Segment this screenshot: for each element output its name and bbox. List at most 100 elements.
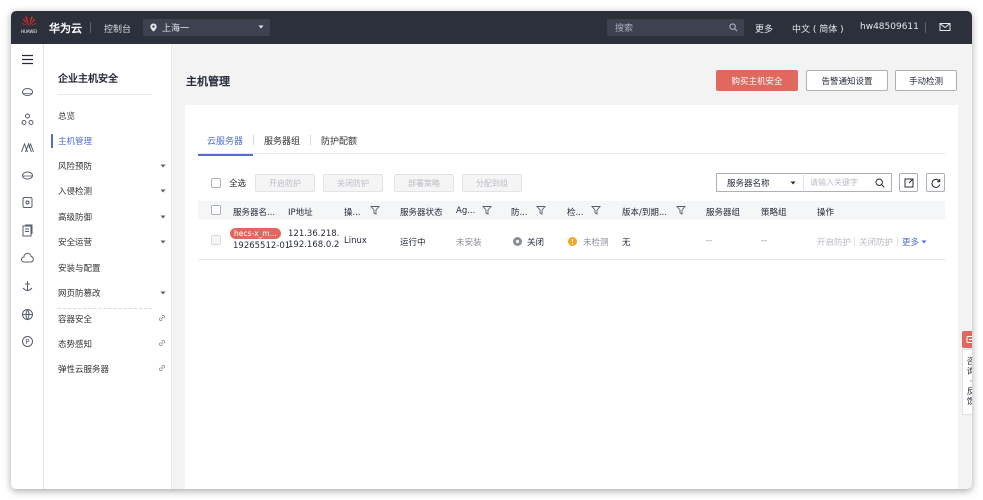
nav-item-situational-awareness[interactable]: 态势感知 [58,337,166,351]
nav-item-overview[interactable]: 总览 [58,109,166,123]
huawei-logo[interactable]: HUAWEI [20,16,38,38]
disable-protection-button[interactable]: 关闭防护 [323,174,383,192]
chevron-down-icon [160,164,166,168]
server-list-panel: 云服务器 服务器组 防护配额 全选 开启防护 关闭防护 部署策略 分配到组 服务… [185,105,958,489]
service-icon-rail: P [11,44,44,489]
export-button[interactable] [899,173,918,192]
anchor-icon[interactable] [21,280,34,293]
page-title: 主机管理 [186,75,230,88]
column-header: 版本/到期... [622,208,667,218]
column-header[interactable]: 服务器名... [233,206,275,218]
mail-icon[interactable] [939,21,951,33]
server-id: 19265512-01 [233,241,291,251]
network-icon[interactable] [21,113,34,126]
row-checkbox[interactable] [211,235,221,245]
more-menu[interactable]: 更多 [755,22,773,35]
more-actions-link[interactable]: 更多 [902,236,919,248]
chevron-down-icon [790,181,796,185]
nav-item-host-management[interactable]: 主机管理 [51,134,166,148]
agent-status-cell: 未安装 [456,238,482,248]
user-account[interactable]: hw48509611 [860,22,919,32]
consult-feedback-tab[interactable]: 咨 询 · 反 馈 [962,349,972,415]
nav-label: 主机管理 [58,137,93,147]
brand-name[interactable]: 华为云 [49,20,82,36]
active-tab-underline [198,154,254,156]
database-icon[interactable] [21,168,34,181]
chevron-down-icon [921,240,927,244]
mountain-icon[interactable] [21,141,34,154]
os-cell: Linux [344,236,367,246]
chevron-down-icon [160,291,166,295]
version-cell: 无 [622,238,631,248]
nav-label: 态势感知 [58,340,93,350]
refresh-icon [930,178,940,188]
protection-off-icon [513,237,522,246]
ip-address-cell: 121.36.218.5: 192.168.0.20: [288,229,340,251]
cloud-icon[interactable] [21,85,34,98]
global-search-input[interactable]: 搜索 [607,19,744,36]
nav-item-installation-config[interactable]: 安装与配置 [58,261,166,275]
document-icon[interactable] [21,224,34,237]
search-icon[interactable] [729,23,738,32]
cloud-outline-icon[interactable] [21,252,34,265]
alarm-notification-settings-button[interactable]: 告警通知设置 [806,70,888,91]
nav-label: 风险预防 [58,162,93,172]
divider [925,22,926,33]
filter-funnel-icon[interactable] [591,205,601,215]
column-header: 策略组 [761,208,787,218]
server-group-cell: -- [706,236,713,246]
nav-item-risk-prevention[interactable]: 风险预防 [58,159,166,173]
tab-cloud-servers[interactable]: 云服务器 [198,134,254,156]
nav-label: 网页防篡改 [58,289,101,299]
divider [58,94,152,95]
assign-to-group-button[interactable]: 分配到组 [462,174,522,192]
filter-funnel-icon[interactable] [536,205,546,215]
tab-server-groups[interactable]: 服务器组 [254,134,310,147]
nav-item-advanced-defense[interactable]: 高级防御 [58,210,166,224]
console-link[interactable]: 控制台 [104,22,131,35]
coin-icon[interactable]: P [21,335,34,348]
buy-host-security-button[interactable]: 购买主机安全 [716,70,798,91]
feedback-button[interactable] [962,331,972,348]
service-title: 企业主机安全 [58,74,118,85]
refresh-button[interactable] [926,173,945,192]
nav-item-web-tamper-protection[interactable]: 网页防篡改 [58,286,166,300]
server-name-link[interactable]: hecs-x_m... [230,228,281,239]
header-checkbox[interactable] [211,205,221,215]
active-indicator [51,134,53,148]
column-header: 服务器组 [706,208,741,218]
nav-item-security-operations[interactable]: 安全运营 [58,235,166,249]
manual-detection-button[interactable]: 手动检测 [895,70,957,91]
column-header: 检... [567,208,584,218]
filter-field-select[interactable]: 服务器名称 [716,173,803,192]
filter-funnel-icon[interactable] [676,205,686,215]
region-selector[interactable]: 上海一 [143,19,270,36]
server-status-cell: 运行中 [400,238,426,248]
nav-item-elastic-cloud-server[interactable]: 弹性云服务器 [58,362,166,376]
nav-item-intrusion-detection[interactable]: 入侵检测 [58,184,166,198]
disable-protection-link[interactable]: 关闭防护 [859,236,893,248]
nav-label: 弹性云服务器 [58,365,110,375]
hamburger-menu-icon[interactable] [21,53,34,66]
filter-funnel-icon[interactable] [370,205,380,215]
keyword-search-input[interactable]: 请输入关键字 [803,173,892,192]
tab-protection-quota[interactable]: 防护配额 [311,134,367,147]
divider [897,237,898,246]
deploy-policy-button[interactable]: 部署策略 [394,174,454,192]
enable-protection-link[interactable]: 开启防护 [817,236,851,248]
nav-label: 安全运营 [58,238,93,248]
table-row[interactable]: hecs-x_m... 19265512-01 121.36.218.5: 19… [198,221,945,260]
search-icon[interactable] [875,178,885,188]
consult-char: 馈 [966,397,972,407]
chat-icon [966,335,972,343]
filter-funnel-icon[interactable] [482,205,492,215]
top-navigation-bar: HUAWEI 华为云 控制台 上海一 搜索 更多 中文 ( 简体 ) hw485… [11,11,972,44]
language-selector[interactable]: 中文 ( 简体 ) [792,22,844,35]
nav-item-container-security[interactable]: 容器安全 [58,312,166,326]
select-all-checkbox[interactable] [211,178,221,188]
enable-protection-button[interactable]: 开启防护 [255,174,315,192]
disk-icon[interactable] [21,196,34,209]
nav-label: 入侵检测 [58,187,93,197]
globe-icon[interactable] [21,308,34,321]
huawei-flower-icon [22,16,36,26]
